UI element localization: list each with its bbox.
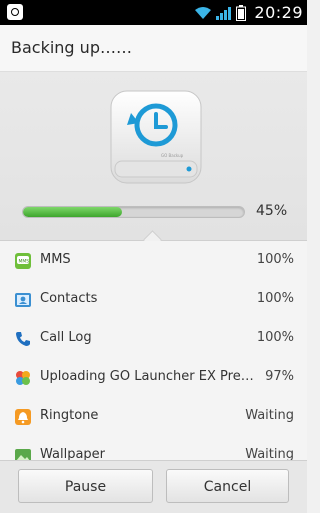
progress-bar (22, 206, 245, 218)
battery-icon (236, 4, 247, 21)
signal-icon (216, 6, 232, 20)
ringtone-icon (14, 408, 32, 426)
go-launcher-icon (14, 369, 32, 387)
dialog-header: Backing up…… (0, 25, 307, 72)
backup-progress-panel: GO Backup 45% (0, 72, 307, 241)
button-bar: Pause Cancel (0, 460, 307, 513)
sync-notification-icon (7, 4, 23, 20)
item-status: 97% (265, 369, 294, 384)
contacts-icon (14, 291, 32, 309)
item-status: 100% (256, 330, 294, 345)
call-log-icon (14, 330, 32, 348)
status-bar: 20:29 (0, 0, 307, 25)
item-label: Call Log (40, 330, 92, 345)
pause-button[interactable]: Pause (18, 469, 153, 503)
clock: 20:29 (254, 3, 303, 22)
mms-icon: MMS (14, 252, 32, 270)
list-item[interactable]: MMS MMS 100% (0, 241, 307, 280)
list-item[interactable]: Ringtone Waiting (0, 397, 307, 436)
item-label: Uploading GO Launcher EX Prefere... (40, 369, 254, 384)
item-status: 100% (256, 252, 294, 267)
drive-label: GO Backup (161, 153, 184, 158)
page-title: Backing up…… (11, 38, 132, 57)
cancel-button[interactable]: Cancel (166, 469, 289, 503)
wifi-icon (195, 6, 212, 19)
list-item[interactable]: Uploading GO Launcher EX Prefere... 97% (0, 358, 307, 397)
item-status: 100% (256, 291, 294, 306)
status-indicators: 20:29 (194, 0, 303, 25)
item-status: Waiting (245, 447, 294, 460)
progress-fill (23, 207, 123, 217)
list-item[interactable]: Wallpaper Waiting (0, 436, 307, 460)
item-label: Contacts (40, 291, 98, 306)
backup-drive-icon: GO Backup (110, 90, 202, 184)
item-label: Ringtone (40, 408, 99, 423)
item-label: Wallpaper (40, 447, 106, 460)
item-label: MMS (40, 252, 71, 267)
list-item[interactable]: Call Log 100% (0, 319, 307, 358)
backup-item-list[interactable]: MMS MMS 100% Contacts 100% Call Log 100% Upload… (0, 241, 307, 460)
progress-percent: 45% (256, 203, 288, 219)
wallpaper-icon (14, 447, 32, 460)
list-item[interactable]: Contacts 100% (0, 280, 307, 319)
item-status: Waiting (245, 408, 294, 423)
svg-text:MMS: MMS (19, 259, 30, 265)
